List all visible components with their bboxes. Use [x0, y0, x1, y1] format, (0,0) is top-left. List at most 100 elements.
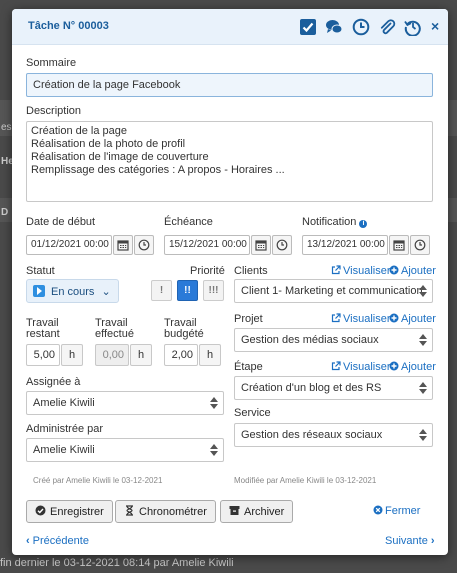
service-value: Gestion des réseaux sociaux [241, 429, 383, 441]
travail-budgete-unit: h [199, 344, 221, 366]
archive-icon [229, 506, 240, 515]
date-debut-input[interactable]: 01/12/2021 00:00 [26, 235, 112, 255]
next-link-text: Suivante [385, 535, 428, 547]
plus-circle-icon [389, 265, 399, 275]
travail-budgete-input[interactable]: 2,00 [164, 344, 198, 366]
priority-medium-button[interactable]: !! [177, 280, 198, 301]
projet-view-link[interactable]: Visualiser [331, 313, 391, 325]
save-button[interactable]: Enregistrer [26, 500, 113, 523]
clients-view-text: Visualiser [343, 265, 391, 277]
clients-label: Clients [234, 265, 268, 277]
clock-icon[interactable] [352, 18, 370, 36]
created-meta: Créé par Amelie Kiwili le 03-12-2021 [33, 476, 163, 485]
select-arrows-icon [209, 443, 219, 457]
next-link[interactable]: Suivante › [385, 535, 434, 547]
save-button-label: Enregistrer [50, 506, 104, 518]
calendar-icon[interactable] [251, 235, 271, 255]
echeance-input[interactable]: 15/12/2021 00:00 [164, 235, 250, 255]
travail-effectue-label: Travail effectué [95, 318, 134, 340]
plus-circle-icon [389, 313, 399, 323]
administree-select[interactable]: Amelie Kiwili [26, 438, 224, 462]
external-link-icon [331, 265, 341, 275]
etape-select[interactable]: Création d'un blog et des RS [234, 376, 433, 400]
administree-label: Administrée par [26, 423, 104, 435]
etape-add-text: Ajouter [401, 361, 436, 373]
check-square-icon[interactable] [299, 18, 317, 36]
hourglass-icon [126, 505, 133, 516]
description-line: Création de la page [31, 125, 128, 137]
priority-low-button[interactable]: ! [151, 280, 172, 301]
clients-value: Client 1- Marketing et communication [241, 285, 423, 297]
service-select[interactable]: Gestion des réseaux sociaux [234, 423, 433, 447]
echeance-label: Échéance [164, 216, 213, 228]
notification-label-text: Notification [302, 216, 357, 228]
clients-add-text: Ajouter [401, 265, 436, 277]
previous-link-text: Précédente [32, 535, 89, 547]
close-icon[interactable]: × [431, 18, 439, 34]
previous-link[interactable]: ‹ Précédente [26, 535, 89, 547]
comments-icon[interactable] [325, 18, 343, 36]
notification-label: Notification i [302, 216, 368, 228]
etape-view-text: Visualiser [343, 361, 391, 373]
travail-restant-input[interactable]: 5,00 [26, 344, 60, 366]
select-arrows-icon [418, 428, 428, 442]
modified-meta: Modifiée par Amelie Kiwili le 03-12-2021 [234, 476, 377, 485]
times-circle-icon [373, 505, 383, 515]
calendar-icon[interactable] [389, 235, 409, 255]
notification-input[interactable]: 13/12/2021 00:00 [302, 235, 388, 255]
priority-high-button[interactable]: !!! [203, 280, 224, 301]
clients-select[interactable]: Client 1- Marketing et communication [234, 279, 433, 303]
task-modal: Tâche N° 00003 × Sommaire Création de la… [12, 9, 448, 555]
assignee-value: Amelie Kiwili [33, 397, 95, 409]
sommaire-label: Sommaire [26, 57, 77, 69]
paperclip-icon[interactable] [378, 18, 396, 36]
administree-value: Amelie Kiwili [33, 444, 95, 456]
clock-icon[interactable] [134, 235, 154, 255]
projet-view-text: Visualiser [343, 313, 391, 325]
archive-button[interactable]: Archiver [220, 500, 294, 523]
statut-dropdown[interactable]: En cours ⌄ [26, 279, 119, 303]
description-line: Remplissage des catégories : A propos - … [31, 164, 285, 176]
projet-select[interactable]: Gestion des médias sociaux [234, 328, 433, 352]
assignee-select[interactable]: Amelie Kiwili [26, 391, 224, 415]
timer-button-label: Chronométrer [139, 506, 207, 518]
check-circle-icon [35, 505, 46, 516]
clients-view-link[interactable]: Visualiser [331, 265, 391, 277]
timer-button[interactable]: Chronométrer [115, 500, 216, 523]
description-line: Réalisation de l'image de couverture [31, 151, 209, 163]
history-icon[interactable] [404, 18, 422, 36]
statut-label: Statut [26, 265, 55, 277]
travail-restant-unit: h [61, 344, 83, 366]
sommaire-input[interactable]: Création de la page Facebook [26, 73, 433, 97]
select-arrows-icon [418, 381, 428, 395]
etape-add-link[interactable]: Ajouter [389, 361, 436, 373]
close-link[interactable]: Fermer [373, 505, 420, 517]
travail-budgete-label: Travail budgété [164, 318, 204, 340]
assignee-label: Assignée à [26, 376, 81, 388]
external-link-icon [331, 361, 341, 371]
background-footer-text: fin dernier le 03-12-2021 08:14 par Amel… [0, 557, 234, 569]
travail-effectue-unit: h [130, 344, 152, 366]
projet-add-link[interactable]: Ajouter [389, 313, 436, 325]
etape-label: Étape [234, 361, 263, 373]
etape-view-link[interactable]: Visualiser [331, 361, 391, 373]
projet-add-text: Ajouter [401, 313, 436, 325]
chevron-left-icon: ‹ [26, 535, 30, 547]
clients-add-link[interactable]: Ajouter [389, 265, 436, 277]
select-arrows-icon [418, 284, 428, 298]
travail-budgete-label-line2: budgété [164, 328, 204, 340]
description-label: Description [26, 105, 82, 117]
calendar-icon[interactable] [113, 235, 133, 255]
description-textarea[interactable]: Création de la page Réalisation de la ph… [26, 121, 433, 202]
play-icon [33, 285, 45, 297]
clock-icon[interactable] [272, 235, 292, 255]
clock-icon[interactable] [410, 235, 430, 255]
close-link-text: Fermer [385, 505, 421, 517]
service-label: Service [234, 407, 271, 419]
description-line: Réalisation de la photo de profil [31, 138, 186, 150]
info-icon[interactable]: i [359, 220, 368, 228]
priorite-label: Priorité [190, 265, 225, 277]
background-fragment: es [1, 122, 12, 133]
select-arrows-icon [209, 396, 219, 410]
travail-effectue-input: 0,00 [95, 344, 129, 366]
